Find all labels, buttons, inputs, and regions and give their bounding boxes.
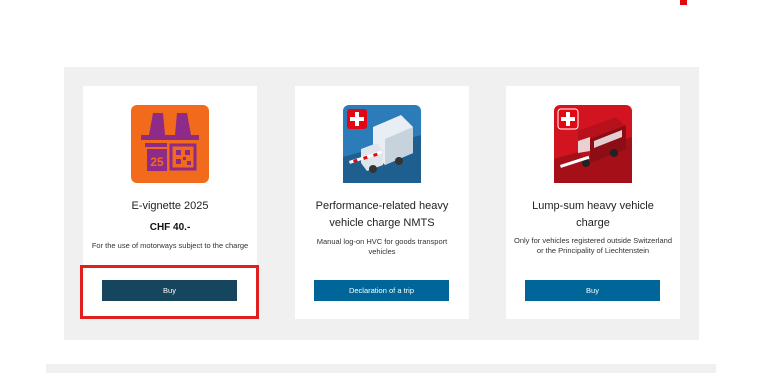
highlight-box: [80, 265, 259, 319]
e-vignette-icon: 25: [131, 105, 209, 183]
card-description: For the use of motorways subject to the …: [91, 241, 249, 250]
card-lump-sum-hvc: Lump-sum heavy vehicle charge Only for v…: [506, 86, 680, 319]
vignette-year-badge: 25: [150, 155, 164, 169]
bus-icon: [554, 105, 632, 183]
truck-icon: [343, 105, 421, 183]
declaration-of-trip-button[interactable]: Declaration of a trip: [314, 280, 449, 301]
brand-accent-mark: [680, 0, 687, 5]
card-title: E-vignette 2025: [131, 200, 209, 212]
card-description: Only for vehicles registered outside Swi…: [514, 236, 672, 255]
card-title: Lump-sum heavy vehicle charge: [532, 200, 654, 229]
footer-strip: [46, 364, 716, 373]
card-description: Manual log-on HVC for goods transport ve…: [316, 237, 448, 256]
card-price: CHF 40.-: [149, 222, 191, 233]
card-title: Performance-related heavy vehicle charge…: [315, 200, 449, 229]
buy-lump-sum-button[interactable]: Buy: [525, 280, 660, 301]
card-hvc-nmts: Performance-related heavy vehicle charge…: [295, 86, 469, 319]
